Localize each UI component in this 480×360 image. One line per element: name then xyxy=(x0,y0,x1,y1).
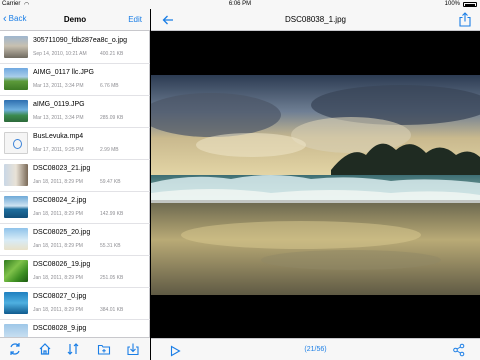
image-viewer[interactable] xyxy=(151,31,480,338)
file-browser-toolbar xyxy=(0,337,150,360)
file-thumbnail xyxy=(4,164,28,186)
file-date: Mar 13, 2011, 3:34 PM xyxy=(33,83,84,89)
file-row[interactable]: aIMG_0119.JPG Mar 13, 2011, 3:34 PM 285.… xyxy=(0,96,150,128)
file-name: aIMG_0119.JPG xyxy=(33,101,85,108)
file-size: 59.47 KB xyxy=(100,179,121,185)
file-row[interactable]: DSC08023_21.jpg Jan 18, 2011, 8:29 PM 59… xyxy=(0,160,150,192)
edit-button[interactable]: Edit xyxy=(128,15,142,24)
file-row[interactable]: BusLevuka.mp4 Mar 17, 2011, 9:25 PM 2.99… xyxy=(0,128,150,160)
file-thumbnail xyxy=(4,260,28,282)
share-nodes-icon[interactable] xyxy=(452,343,466,357)
file-name: DSC08024_2.jpg xyxy=(33,197,87,204)
image-title: DSC08038_1.jpg xyxy=(285,15,346,24)
file-thumbnail xyxy=(4,196,28,218)
home-icon[interactable] xyxy=(38,342,52,356)
file-date: Jan 18, 2011, 8:29 PM xyxy=(33,211,83,217)
new-folder-icon[interactable] xyxy=(97,342,111,356)
status-time: 6:06 PM xyxy=(228,1,252,7)
file-date: Jan 18, 2011, 8:29 PM xyxy=(33,243,83,249)
battery-percent: 100% xyxy=(444,1,460,7)
beach-photo[interactable] xyxy=(151,75,480,295)
file-size: 285.09 KB xyxy=(100,115,124,121)
file-row[interactable]: AIMG_0117 llc.JPG Mar 13, 2011, 3:34 PM … xyxy=(0,64,150,96)
file-thumbnail xyxy=(4,228,28,250)
file-name: DSC08026_19.jpg xyxy=(33,261,91,268)
file-date: Jan 18, 2011, 8:29 PM xyxy=(33,179,83,185)
file-date: Sep 14, 2010, 10:21 AM xyxy=(33,51,87,57)
file-size: 251.05 KB xyxy=(100,275,124,281)
file-row[interactable]: DSC08028_9.jpg xyxy=(0,320,150,337)
share-icon[interactable] xyxy=(458,12,472,27)
file-row[interactable]: DSC08025_20.jpg Jan 18, 2011, 8:29 PM 55… xyxy=(0,224,150,256)
file-size: 6.76 MB xyxy=(100,83,119,89)
file-row[interactable]: 305711090_fdb287ea8c_o.jpg Sep 14, 2010,… xyxy=(0,32,150,64)
file-size: 400.21 KB xyxy=(100,51,124,57)
file-row[interactable]: DSC08026_19.jpg Jan 18, 2011, 8:29 PM 25… xyxy=(0,256,150,288)
file-name: 305711090_fdb287ea8c_o.jpg xyxy=(33,37,128,44)
battery-icon xyxy=(463,2,477,7)
file-browser-nav-bar: ‹ Back Demo Edit xyxy=(0,9,150,31)
file-list: 305711090_fdb287ea8c_o.jpg Sep 14, 2010,… xyxy=(0,32,150,337)
file-size: 384.01 KB xyxy=(100,307,124,313)
file-size: 55.31 KB xyxy=(100,243,121,249)
file-thumbnail xyxy=(4,100,28,122)
file-name: DSC08028_9.jpg xyxy=(33,325,87,332)
file-name: BusLevuka.mp4 xyxy=(33,133,84,140)
file-thumbnail xyxy=(4,324,28,337)
file-name: DSC08023_21.jpg xyxy=(33,165,91,172)
image-counter: (21/56) xyxy=(304,346,327,353)
video-file-icon xyxy=(4,132,28,154)
file-thumbnail xyxy=(4,68,28,90)
viewer-nav-bar: DSC08038_1.jpg xyxy=(151,9,480,31)
file-row[interactable]: DSC08024_2.jpg Jan 18, 2011, 8:29 PM 142… xyxy=(0,192,150,224)
file-date: Jan 18, 2011, 8:29 PM xyxy=(33,275,83,281)
status-bar: Carrier ◠ 6:06 PM 100% xyxy=(0,0,480,9)
file-date: Jan 18, 2011, 8:29 PM xyxy=(33,307,83,313)
import-icon[interactable] xyxy=(126,342,140,356)
file-date: Mar 17, 2011, 9:25 PM xyxy=(33,147,84,153)
file-date: Mar 13, 2011, 3:34 PM xyxy=(33,115,84,121)
file-name: DSC08027_0.jpg xyxy=(33,293,87,300)
sync-icon[interactable] xyxy=(8,342,22,356)
file-name: DSC08025_20.jpg xyxy=(33,229,91,236)
file-thumbnail xyxy=(4,36,28,58)
file-size: 2.99 MB xyxy=(100,147,119,153)
file-row[interactable]: DSC08027_0.jpg Jan 18, 2011, 8:29 PM 384… xyxy=(0,288,150,320)
file-name: AIMG_0117 llc.JPG xyxy=(33,69,94,76)
viewer-toolbar: (21/56) xyxy=(151,338,480,360)
file-browser-pane: ‹ Back Demo Edit 305711090_fdb287ea8c_o.… xyxy=(0,9,150,360)
file-size: 142.99 KB xyxy=(100,211,124,217)
sort-icon[interactable] xyxy=(66,342,80,356)
file-thumbnail xyxy=(4,292,28,314)
